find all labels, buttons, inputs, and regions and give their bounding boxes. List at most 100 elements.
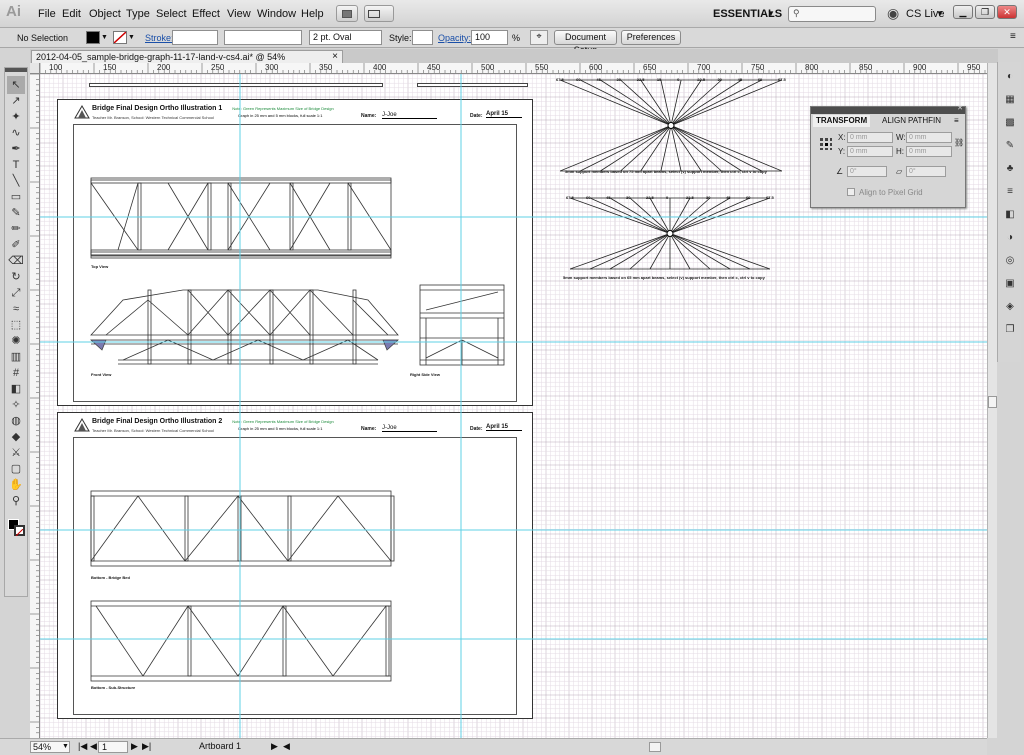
- menu-object[interactable]: Object: [89, 8, 121, 20]
- close-tab-icon[interactable]: ×: [332, 51, 338, 63]
- color-guide-icon[interactable]: ▦: [1003, 93, 1017, 107]
- constrain-proportions-icon[interactable]: ⛓: [954, 138, 964, 147]
- chevron-down-icon[interactable]: ▼: [62, 743, 69, 750]
- w-input[interactable]: 0 mm: [906, 132, 952, 143]
- artboards-panel-icon[interactable]: ❐: [1003, 323, 1017, 337]
- align-pixel-checkbox[interactable]: [847, 188, 855, 196]
- menu-view[interactable]: View: [227, 8, 251, 20]
- w-value: 0 mm: [909, 134, 927, 141]
- bridge-button[interactable]: [336, 5, 358, 22]
- brushes-icon[interactable]: ✎: [1003, 139, 1017, 153]
- opacity-label[interactable]: Opacity:: [438, 33, 471, 43]
- last-artboard-icon[interactable]: ▶|: [142, 741, 151, 752]
- fill-swatch[interactable]: [86, 31, 100, 44]
- ruler-label: 550: [535, 63, 549, 72]
- menu-edit[interactable]: Edit: [62, 8, 81, 20]
- transparency-panel-icon[interactable]: ◑: [1003, 231, 1017, 245]
- x-label: X:: [838, 133, 846, 142]
- status-info[interactable]: Artboard 1: [155, 741, 281, 753]
- chevron-down-icon: ▼: [936, 9, 944, 18]
- menu-window[interactable]: Window: [257, 8, 296, 20]
- artboard-number-input[interactable]: 1: [98, 741, 128, 753]
- panel-menu-icon[interactable]: ≡: [1010, 31, 1016, 42]
- chevron-down-icon[interactable]: ▼: [128, 34, 135, 41]
- h-input[interactable]: 0 mm: [906, 146, 952, 157]
- status-menu-icon[interactable]: ▶: [271, 741, 278, 752]
- appearance-panel-icon[interactable]: ◎: [1003, 254, 1017, 268]
- brush-select[interactable]: 2 pt. Oval: [309, 30, 382, 45]
- stroke-swatch[interactable]: [113, 31, 127, 44]
- ruler-label: 500: [481, 63, 495, 72]
- first-artboard-icon[interactable]: |◀: [78, 741, 87, 752]
- preferences-button[interactable]: Preferences: [621, 30, 681, 45]
- ruler-label: 750: [751, 63, 765, 72]
- ruler-origin[interactable]: [30, 63, 40, 74]
- ruler-label: 300: [265, 63, 279, 72]
- tools-panel: ↖ ↗ ✦ ∿ ✒ T ╲ ▭ ✎ ✏ ✐ ⌫ ↻ ⤢ ≈ ⬚ ✺ ▥ # ◧ ✧ ◍ ◆ ⚔ ▢ ✋ ⚲: [4, 67, 28, 597]
- ruler-label: 850: [859, 63, 873, 72]
- panel-title-bar[interactable]: ✕: [811, 104, 965, 114]
- close-window-button[interactable]: ✕: [997, 5, 1017, 19]
- x-input[interactable]: 0 mm: [847, 132, 893, 143]
- h-value: 0 mm: [909, 148, 927, 155]
- vertical-ruler[interactable]: [30, 74, 40, 738]
- ruler-label: 400: [373, 63, 387, 72]
- shear-input[interactable]: 0°: [906, 166, 946, 177]
- close-icon[interactable]: ✕: [957, 104, 963, 112]
- panel-menu-icon[interactable]: ≡: [954, 116, 959, 125]
- y-input[interactable]: 0 mm: [847, 146, 893, 157]
- layers-panel-icon[interactable]: ◈: [1003, 300, 1017, 314]
- menu-file[interactable]: File: [38, 8, 56, 20]
- ruler-label: 250: [211, 63, 225, 72]
- document-tab[interactable]: 2012-04-05_sample-bridge-graph-11-17-lan…: [31, 50, 343, 74]
- previous-artboard-icon[interactable]: ◀: [90, 741, 97, 752]
- horizontal-ruler[interactable]: 100 150 200 250 300 350 400 450 500 550 600 650 700 7…: [40, 63, 987, 74]
- minimize-icon: ▁: [959, 7, 967, 17]
- menu-select[interactable]: Select: [156, 8, 187, 20]
- cs-live-icon: ◉: [887, 5, 900, 21]
- style-label: Style:: [389, 33, 412, 43]
- next-artboard-icon[interactable]: ▶: [131, 741, 138, 752]
- align-pixel-label: Align to Pixel Grid: [859, 188, 923, 197]
- graphic-styles-icon[interactable]: ▣: [1003, 277, 1017, 291]
- horizontal-scroll-thumb[interactable]: [649, 742, 661, 752]
- menu-effect[interactable]: Effect: [192, 8, 220, 20]
- opacity-input[interactable]: 100: [471, 30, 508, 45]
- menu-bar: Ai File Edit Object Type Select Effect V…: [0, 0, 1024, 28]
- rotate-input[interactable]: 0°: [847, 166, 887, 177]
- variable-width-select[interactable]: [224, 30, 302, 45]
- ruler-label: 450: [427, 63, 441, 72]
- tab-transform[interactable]: TRANSFORM: [813, 115, 871, 127]
- graphic-style-select[interactable]: [412, 30, 433, 45]
- document-setup-button[interactable]: Document Setup: [554, 30, 617, 55]
- app-logo: Ai: [6, 3, 21, 20]
- stroke-panel-icon[interactable]: ≡: [1003, 185, 1017, 199]
- percent-sign: %: [512, 33, 521, 43]
- vertical-scroll-thumb[interactable]: [988, 396, 997, 408]
- tab-pathfinder[interactable]: PATHFIN: [905, 115, 944, 127]
- toolbox-grip[interactable]: [5, 68, 27, 72]
- color-panel-icon[interactable]: ◐: [1003, 70, 1017, 84]
- chevron-down-icon[interactable]: ▼: [101, 34, 108, 41]
- panel-tab-label: TRANSFORM: [816, 116, 868, 125]
- zoom-tool-icon[interactable]: ⚲: [7, 492, 25, 510]
- menu-help[interactable]: Help: [301, 8, 324, 20]
- stroke-color-icon[interactable]: [14, 525, 25, 537]
- swatches-icon[interactable]: ▩: [1003, 116, 1017, 130]
- restore-button[interactable]: ❐: [975, 5, 995, 19]
- symbols-icon[interactable]: ♣: [1003, 162, 1017, 176]
- vertical-scrollbar[interactable]: [987, 63, 997, 738]
- stroke-label[interactable]: Stroke:: [145, 33, 174, 43]
- menu-type[interactable]: Type: [126, 8, 150, 20]
- scroll-left-icon[interactable]: ◀: [283, 741, 290, 752]
- recolor-artwork-icon[interactable]: ⌖: [530, 30, 548, 45]
- transform-panel[interactable]: ✕ TRANSFORM ALIGN PATHFIN ≡ X: 0 mm W: 0…: [810, 104, 966, 208]
- ruler-label: 600: [589, 63, 603, 72]
- help-search-input[interactable]: ⚲: [788, 6, 876, 22]
- w-label: W:: [896, 133, 906, 142]
- reference-point-icon[interactable]: [819, 137, 833, 151]
- minimize-button[interactable]: ▁: [953, 5, 973, 19]
- gradient-panel-icon[interactable]: ◧: [1003, 208, 1017, 222]
- stroke-weight-input[interactable]: [172, 30, 218, 45]
- arrange-documents-button[interactable]: [364, 5, 394, 22]
